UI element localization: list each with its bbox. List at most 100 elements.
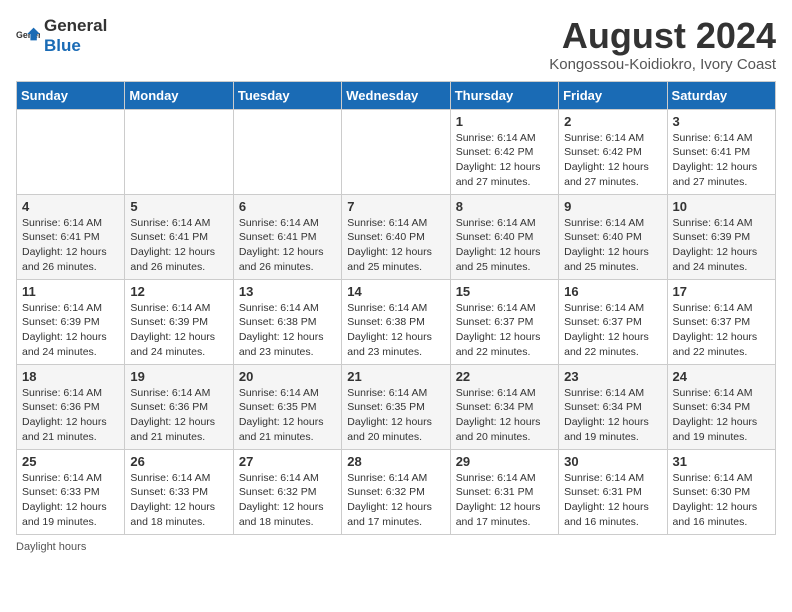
calendar-cell: 26Sunrise: 6:14 AM Sunset: 6:33 PM Dayli… bbox=[125, 449, 233, 534]
day-number: 14 bbox=[347, 284, 444, 299]
calendar-cell: 29Sunrise: 6:14 AM Sunset: 6:31 PM Dayli… bbox=[450, 449, 558, 534]
day-number: 29 bbox=[456, 454, 553, 469]
day-info: Sunrise: 6:14 AM Sunset: 6:30 PM Dayligh… bbox=[673, 471, 770, 530]
calendar-day-header: Monday bbox=[125, 81, 233, 109]
calendar-cell: 15 Sunrise: 6:14 AM Sunset: 6:37 PM Dayli… bbox=[450, 279, 558, 364]
day-number: 12 bbox=[130, 284, 227, 299]
calendar-cell: 25Sunrise: 6:14 AM Sunset: 6:33 PM Dayli… bbox=[17, 449, 125, 534]
day-info: Sunrise: 6:14 AM Sunset: 6:34 PM Dayligh… bbox=[673, 386, 770, 445]
day-number: 31 bbox=[673, 454, 770, 469]
day-number: 8 bbox=[456, 199, 553, 214]
day-info: Sunrise: 6:14 AM Sunset: 6:32 PM Dayligh… bbox=[239, 471, 336, 530]
day-info: Sunrise: 6:14 AM Sunset: 6:40 PM Dayligh… bbox=[456, 216, 553, 275]
footer-note: Daylight hours bbox=[16, 541, 776, 553]
logo-blue: Blue bbox=[44, 36, 81, 55]
day-number: 23 bbox=[564, 369, 661, 384]
day-info: Sunrise: 6:14 AM Sunset: 6:37 PM Dayligh… bbox=[673, 301, 770, 360]
day-number: 7 bbox=[347, 199, 444, 214]
day-info: Sunrise: 6:14 AM Sunset: 6:42 PM Dayligh… bbox=[456, 131, 553, 190]
calendar-cell bbox=[125, 109, 233, 194]
calendar-day-header: Friday bbox=[559, 81, 667, 109]
day-info: Sunrise: 6:14 AM Sunset: 6:35 PM Dayligh… bbox=[347, 386, 444, 445]
day-number: 27 bbox=[239, 454, 336, 469]
calendar-cell: 12 Sunrise: 6:14 AM Sunset: 6:39 PM Dayli… bbox=[125, 279, 233, 364]
day-number: 3 bbox=[673, 114, 770, 129]
day-info: Sunrise: 6:14 AM Sunset: 6:39 PM Dayligh… bbox=[673, 216, 770, 275]
day-info: Sunrise: 6:14 AM Sunset: 6:33 PM Dayligh… bbox=[130, 471, 227, 530]
calendar-day-header: Tuesday bbox=[233, 81, 341, 109]
day-number: 21 bbox=[347, 369, 444, 384]
calendar-week-row: 4 Sunrise: 6:14 AM Sunset: 6:41 PM Daylig… bbox=[17, 194, 776, 279]
day-number: 30 bbox=[564, 454, 661, 469]
calendar-week-row: 11Sunrise: 6:14 AM Sunset: 6:39 PM Dayli… bbox=[17, 279, 776, 364]
title-area: August 2024 Kongossou-Koidiokro, Ivory C… bbox=[549, 16, 776, 73]
day-number: 1 bbox=[456, 114, 553, 129]
calendar-table: SundayMondayTuesdayWednesdayThursdayFrid… bbox=[16, 81, 776, 535]
calendar-cell: 28Sunrise: 6:14 AM Sunset: 6:32 PM Dayli… bbox=[342, 449, 450, 534]
calendar-cell: 7 Sunrise: 6:14 AM Sunset: 6:40 PM Daylig… bbox=[342, 194, 450, 279]
day-info: Sunrise: 6:14 AM Sunset: 6:41 PM Dayligh… bbox=[22, 216, 119, 275]
day-info: Sunrise: 6:14 AM Sunset: 6:42 PM Dayligh… bbox=[564, 131, 661, 190]
logo-icon: General bbox=[16, 26, 40, 46]
page-title: August 2024 bbox=[549, 16, 776, 56]
calendar-cell: 2Sunrise: 6:14 AM Sunset: 6:42 PM Daylig… bbox=[559, 109, 667, 194]
day-number: 19 bbox=[130, 369, 227, 384]
day-info: Sunrise: 6:14 AM Sunset: 6:33 PM Dayligh… bbox=[22, 471, 119, 530]
calendar-day-header: Sunday bbox=[17, 81, 125, 109]
day-number: 9 bbox=[564, 199, 661, 214]
logo-general: General bbox=[44, 16, 107, 35]
page-subtitle: Kongossou-Koidiokro, Ivory Coast bbox=[549, 56, 776, 73]
calendar-cell: 13 Sunrise: 6:14 AM Sunset: 6:38 PM Dayli… bbox=[233, 279, 341, 364]
calendar-cell: 18 Sunrise: 6:14 AM Sunset: 6:36 PM Dayli… bbox=[17, 364, 125, 449]
day-number: 13 bbox=[239, 284, 336, 299]
day-number: 24 bbox=[673, 369, 770, 384]
calendar-cell: 20 Sunrise: 6:14 AM Sunset: 6:35 PM Dayli… bbox=[233, 364, 341, 449]
day-info: Sunrise: 6:14 AM Sunset: 6:41 PM Dayligh… bbox=[673, 131, 770, 190]
calendar-cell: 11Sunrise: 6:14 AM Sunset: 6:39 PM Dayli… bbox=[17, 279, 125, 364]
calendar-cell: 23 Sunrise: 6:14 AM Sunset: 6:34 PM Dayli… bbox=[559, 364, 667, 449]
calendar-cell: 27 Sunrise: 6:14 AM Sunset: 6:32 PM Dayli… bbox=[233, 449, 341, 534]
day-number: 28 bbox=[347, 454, 444, 469]
day-number: 20 bbox=[239, 369, 336, 384]
calendar-cell: 30 Sunrise: 6:14 AM Sunset: 6:31 PM Dayli… bbox=[559, 449, 667, 534]
calendar-cell: 19 Sunrise: 6:14 AM Sunset: 6:36 PM Dayli… bbox=[125, 364, 233, 449]
day-number: 18 bbox=[22, 369, 119, 384]
day-info: Sunrise: 6:14 AM Sunset: 6:41 PM Dayligh… bbox=[130, 216, 227, 275]
day-info: Sunrise: 6:14 AM Sunset: 6:34 PM Dayligh… bbox=[456, 386, 553, 445]
day-number: 6 bbox=[239, 199, 336, 214]
calendar-cell: 5 Sunrise: 6:14 AM Sunset: 6:41 PM Daylig… bbox=[125, 194, 233, 279]
calendar-cell: 9Sunrise: 6:14 AM Sunset: 6:40 PM Daylig… bbox=[559, 194, 667, 279]
day-number: 4 bbox=[22, 199, 119, 214]
day-number: 17 bbox=[673, 284, 770, 299]
calendar-day-header: Wednesday bbox=[342, 81, 450, 109]
day-info: Sunrise: 6:14 AM Sunset: 6:36 PM Dayligh… bbox=[130, 386, 227, 445]
day-number: 22 bbox=[456, 369, 553, 384]
day-info: Sunrise: 6:14 AM Sunset: 6:31 PM Dayligh… bbox=[564, 471, 661, 530]
day-number: 10 bbox=[673, 199, 770, 214]
calendar-cell: 16 Sunrise: 6:14 AM Sunset: 6:37 PM Dayli… bbox=[559, 279, 667, 364]
calendar-day-header: Thursday bbox=[450, 81, 558, 109]
calendar-cell: 4 Sunrise: 6:14 AM Sunset: 6:41 PM Daylig… bbox=[17, 194, 125, 279]
calendar-week-row: 1 Sunrise: 6:14 AM Sunset: 6:42 PM Daylig… bbox=[17, 109, 776, 194]
calendar-cell: 3 Sunrise: 6:14 AM Sunset: 6:41 PM Daylig… bbox=[667, 109, 775, 194]
calendar-cell: 24 Sunrise: 6:14 AM Sunset: 6:34 PM Dayli… bbox=[667, 364, 775, 449]
day-info: Sunrise: 6:14 AM Sunset: 6:39 PM Dayligh… bbox=[22, 301, 119, 360]
calendar-cell: 22 Sunrise: 6:14 AM Sunset: 6:34 PM Dayli… bbox=[450, 364, 558, 449]
day-number: 15 bbox=[456, 284, 553, 299]
day-info: Sunrise: 6:14 AM Sunset: 6:37 PM Dayligh… bbox=[456, 301, 553, 360]
calendar-day-header: Saturday bbox=[667, 81, 775, 109]
calendar-week-row: 18 Sunrise: 6:14 AM Sunset: 6:36 PM Dayli… bbox=[17, 364, 776, 449]
day-info: Sunrise: 6:14 AM Sunset: 6:35 PM Dayligh… bbox=[239, 386, 336, 445]
day-info: Sunrise: 6:14 AM Sunset: 6:40 PM Dayligh… bbox=[347, 216, 444, 275]
day-info: Sunrise: 6:14 AM Sunset: 6:37 PM Dayligh… bbox=[564, 301, 661, 360]
logo: General General Blue bbox=[16, 16, 107, 56]
day-info: Sunrise: 6:14 AM Sunset: 6:34 PM Dayligh… bbox=[564, 386, 661, 445]
calendar-cell: 10 Sunrise: 6:14 AM Sunset: 6:39 PM Dayli… bbox=[667, 194, 775, 279]
calendar-cell: 21 Sunrise: 6:14 AM Sunset: 6:35 PM Dayli… bbox=[342, 364, 450, 449]
calendar-week-row: 25Sunrise: 6:14 AM Sunset: 6:33 PM Dayli… bbox=[17, 449, 776, 534]
day-number: 5 bbox=[130, 199, 227, 214]
day-info: Sunrise: 6:14 AM Sunset: 6:39 PM Dayligh… bbox=[130, 301, 227, 360]
day-info: Sunrise: 6:14 AM Sunset: 6:36 PM Dayligh… bbox=[22, 386, 119, 445]
day-number: 16 bbox=[564, 284, 661, 299]
day-info: Sunrise: 6:14 AM Sunset: 6:38 PM Dayligh… bbox=[239, 301, 336, 360]
